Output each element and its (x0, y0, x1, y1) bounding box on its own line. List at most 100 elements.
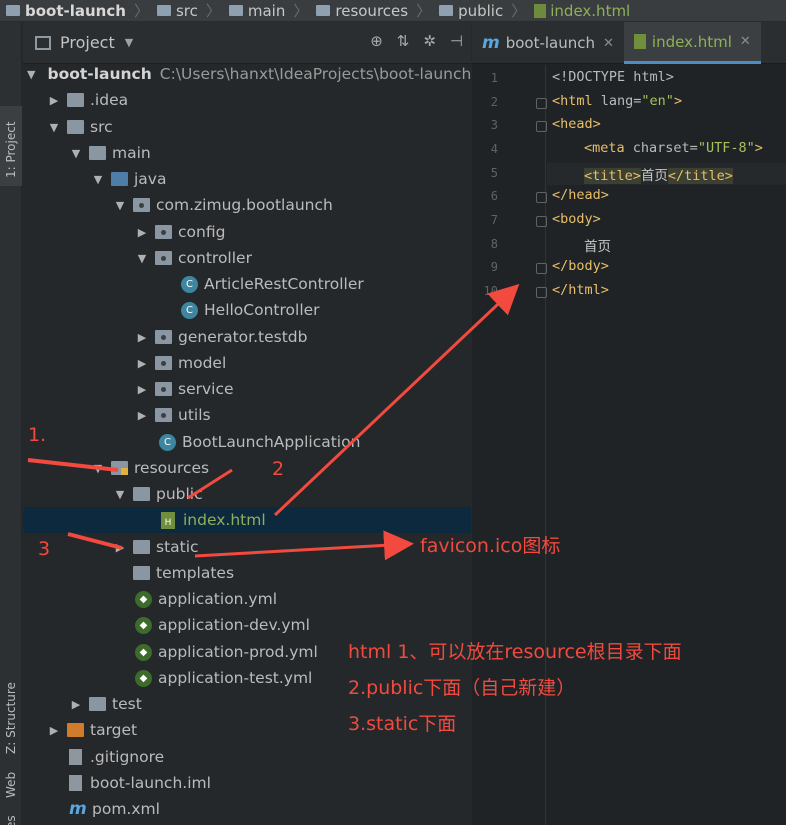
left-tool-strip: 1: Project Z: Structure Web rites (0, 22, 22, 825)
favorites-tool-tab[interactable]: rites (0, 812, 22, 825)
fold-marker-icon[interactable] (536, 192, 547, 203)
folder-icon (133, 566, 150, 580)
tree-item-idea[interactable]: ▶ .idea (23, 87, 471, 113)
chevron-down-icon[interactable]: ▼ (47, 121, 61, 134)
chevron-right-icon[interactable]: ▶ (135, 226, 149, 239)
tree-item-controller[interactable]: ▼ controller (23, 245, 471, 271)
breadcrumb-item-public[interactable]: public 〉 (439, 0, 526, 21)
chevron-down-icon[interactable]: ▼ (125, 36, 133, 49)
project-view-icon (35, 35, 51, 50)
fold-marker-icon[interactable] (536, 98, 547, 109)
tree-item-src[interactable]: ▼ src (23, 114, 471, 140)
breadcrumb-item-src[interactable]: src 〉 (156, 0, 221, 21)
tree-item-main[interactable]: ▼ main (23, 140, 471, 166)
breadcrumb-item-main[interactable]: main 〉 (228, 0, 308, 21)
breadcrumb-item-resources[interactable]: resources 〉 (316, 0, 431, 21)
line-number: 5 (490, 166, 498, 180)
code-line-7[interactable]: <body> (552, 211, 601, 227)
line-number: 7 (490, 213, 498, 227)
code-line-4[interactable]: <meta charset="UTF-8"> (584, 140, 763, 156)
project-view-selector[interactable]: Project (60, 33, 115, 52)
breadcrumb-item-project[interactable]: boot-launch 〉 (6, 0, 149, 21)
web-tool-tab[interactable]: Web (0, 762, 22, 802)
breadcrumb-item-index[interactable]: index.html (534, 2, 630, 20)
annotation-number-3: 3 (38, 538, 51, 560)
tree-item-resources[interactable]: ▼ resources (23, 455, 471, 481)
tree-item-model[interactable]: ▶ model (23, 350, 471, 376)
chevron-right-icon[interactable]: ▶ (113, 541, 127, 554)
html-file-icon: H (161, 511, 175, 529)
code-line-8[interactable]: 首页 (584, 235, 611, 255)
annotation-note-2: 2.public下面（自己新建） (348, 677, 576, 699)
annotation-favicon: favicon.ico图标 (420, 535, 561, 557)
close-icon[interactable]: ✕ (740, 34, 751, 49)
tree-item-boot-launch-application[interactable]: C BootLaunchApplication (23, 429, 471, 455)
tree-item-templates[interactable]: templates (23, 560, 471, 586)
chevron-right-icon[interactable]: ▶ (135, 357, 149, 370)
html-file-icon (633, 34, 646, 49)
chevron-down-icon[interactable]: ▼ (27, 68, 35, 81)
java-class-icon: C (181, 275, 198, 293)
tree-item-service[interactable]: ▶ service (23, 376, 471, 402)
locate-icon[interactable]: ⊕ (370, 32, 383, 50)
tree-item-utils[interactable]: ▶ utils (23, 402, 471, 428)
line-number: 8 (490, 237, 498, 251)
tree-item-generator[interactable]: ▶ generator.testdb (23, 324, 471, 350)
tree-item-static[interactable]: ▶ static (23, 534, 471, 560)
tree-item-gitignore[interactable]: .gitignore (23, 744, 471, 770)
tree-item-config[interactable]: ▶ config (23, 219, 471, 245)
gear-icon[interactable]: ✲ (423, 32, 436, 50)
chevron-right-icon[interactable]: ▶ (47, 94, 61, 107)
package-icon (155, 251, 172, 265)
chevron-down-icon[interactable]: ▼ (69, 147, 83, 160)
tree-item-article-rest-controller[interactable]: C ArticleRestController (23, 271, 471, 297)
package-icon (155, 382, 172, 396)
chevron-right-icon[interactable]: ▶ (135, 409, 149, 422)
tree-item-public[interactable]: ▼ public (23, 481, 471, 507)
code-line-5[interactable]: <title>首页</title> (584, 164, 733, 184)
tree-item-package[interactable]: ▼ com.zimug.bootlaunch (23, 192, 471, 218)
code-line-6[interactable]: </head> (552, 187, 609, 203)
fold-marker-icon[interactable] (536, 263, 547, 274)
fold-marker-icon[interactable] (536, 216, 547, 227)
chevron-right-icon[interactable]: ▶ (135, 331, 149, 344)
folder-icon (6, 5, 20, 16)
hide-panel-icon[interactable]: ⊣ (450, 32, 463, 50)
code-line-10[interactable]: </html> (552, 282, 609, 298)
close-icon[interactable]: ✕ (603, 36, 614, 51)
code-line-1[interactable]: <!DOCTYPE html> (552, 69, 674, 85)
code-line-3[interactable]: <head> (552, 116, 601, 132)
fold-marker-icon[interactable] (536, 287, 547, 298)
tree-item-iml[interactable]: boot-launch.iml (23, 770, 471, 796)
chevron-down-icon[interactable]: ▼ (91, 462, 105, 475)
project-tool-tab[interactable]: 1: Project (0, 106, 22, 186)
line-number: 6 (490, 189, 498, 203)
structure-tool-tab[interactable]: Z: Structure (0, 662, 22, 762)
fold-marker-icon[interactable] (536, 121, 547, 132)
tree-item-application-dev-yml[interactable]: ◆ application-dev.yml (23, 612, 471, 638)
code-line-9[interactable]: </body> (552, 258, 609, 274)
tree-item-hello-controller[interactable]: C HelloController (23, 297, 471, 323)
tree-item-application-yml[interactable]: ◆ application.yml (23, 586, 471, 612)
chevron-down-icon[interactable]: ▼ (113, 488, 127, 501)
code-line-2[interactable]: <html lang="en"> (552, 93, 682, 109)
java-class-icon: C (181, 301, 198, 319)
package-icon (155, 356, 172, 370)
collapse-all-icon[interactable]: ⇅ (397, 32, 410, 50)
tree-item-java[interactable]: ▼ java (23, 166, 471, 192)
chevron-right-icon[interactable]: ▶ (135, 383, 149, 396)
tree-item-pom[interactable]: m pom.xml (23, 796, 471, 822)
chevron-down-icon[interactable]: ▼ (91, 173, 105, 186)
chevron-down-icon[interactable]: ▼ (113, 199, 127, 212)
chevron-down-icon[interactable]: ▼ (135, 252, 149, 265)
tab-index-html[interactable]: index.html ✕ (623, 22, 761, 64)
tree-item-boot-launch[interactable]: ▼ boot-launch C:\Users\hanxt\IdeaProject… (23, 61, 471, 87)
line-number: 10 (483, 284, 498, 298)
chevron-right-icon[interactable]: ▶ (69, 698, 83, 711)
chevron-right-icon[interactable]: ▶ (47, 724, 61, 737)
tab-boot-launch[interactable]: m boot-launch ✕ (472, 22, 624, 64)
annotation-note-1: html 1、可以放在resource根目录下面 (348, 641, 682, 663)
source-folder-icon (111, 172, 128, 186)
tree-item-index-html[interactable]: H index.html (23, 507, 471, 533)
spring-config-icon: ◆ (135, 643, 152, 661)
